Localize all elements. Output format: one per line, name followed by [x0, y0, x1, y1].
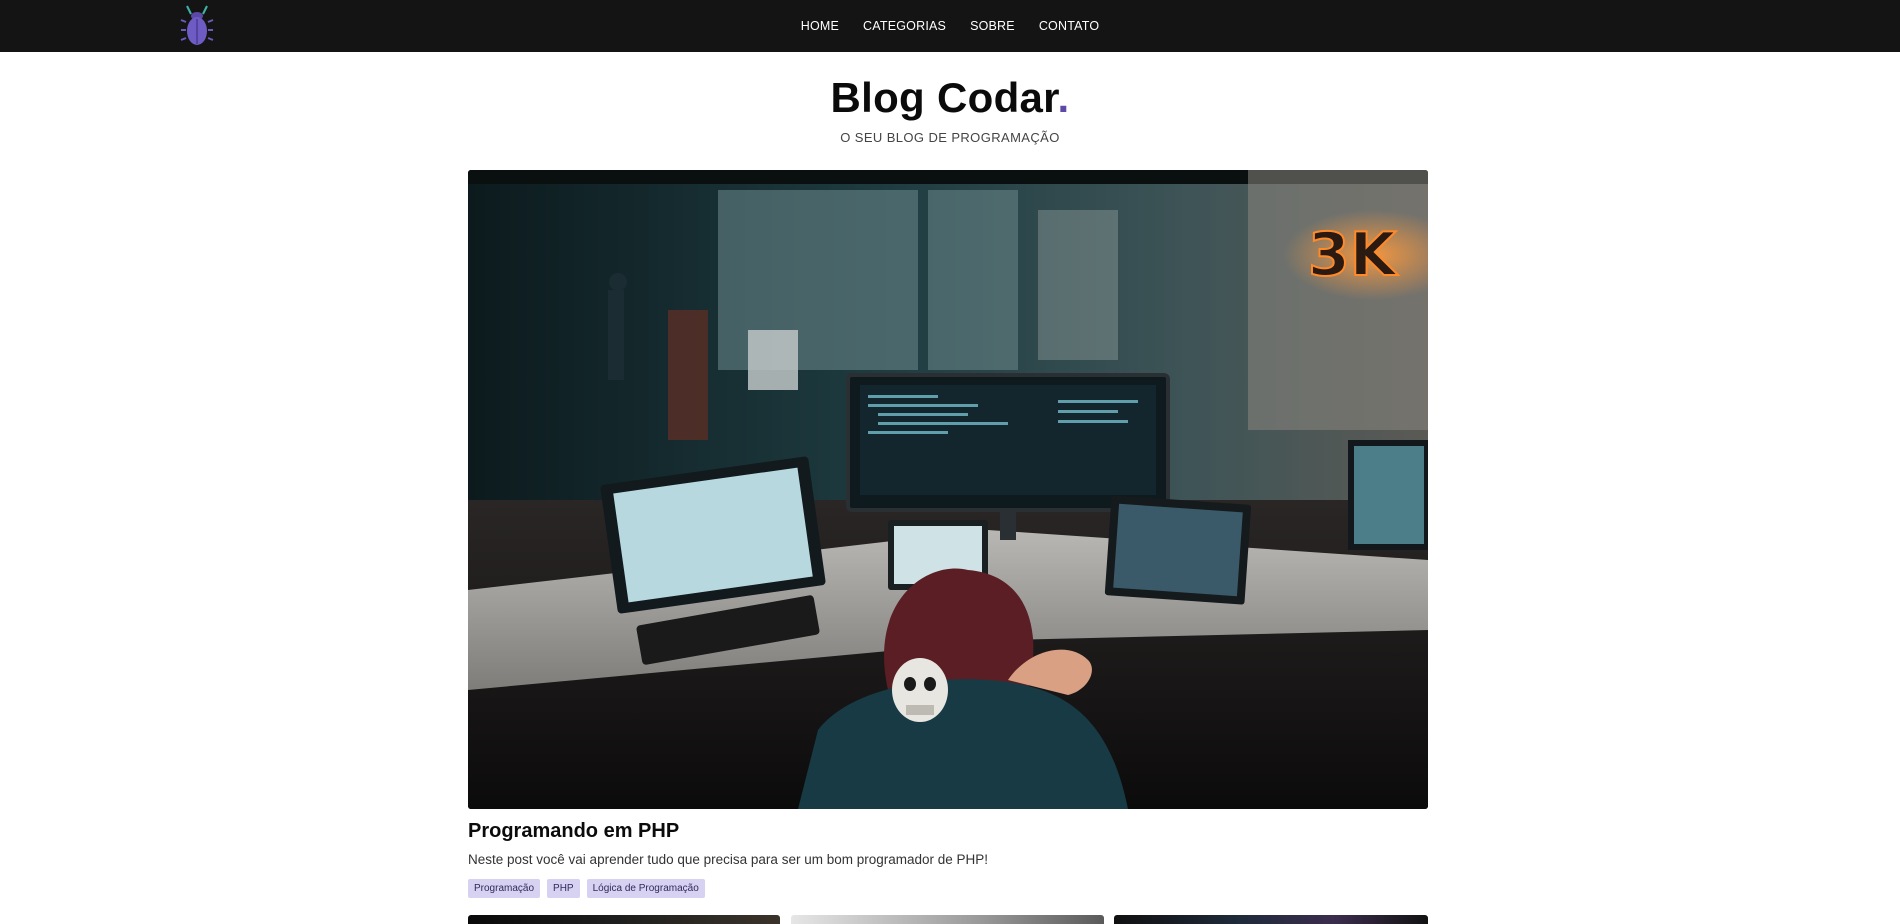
tag-php[interactable]: PHP	[547, 879, 580, 898]
tag-programacao[interactable]: Programação	[468, 879, 541, 898]
nav-contato[interactable]: CONTATO	[1039, 19, 1099, 33]
hero-photo: 3K	[468, 170, 1428, 809]
nav-categorias[interactable]: CATEGORIAS	[863, 19, 946, 33]
svg-text:3K: 3K	[1308, 220, 1399, 290]
post-card-image[interactable]	[791, 915, 1104, 924]
site-title-dot: .	[1057, 74, 1070, 121]
post-title[interactable]: Programando em PHP	[468, 820, 679, 843]
site-subtitle: O SEU BLOG DE PROGRAMAÇÃO	[840, 130, 1060, 145]
brand-heading: Blog Codar.	[0, 74, 1900, 122]
post-card-image[interactable]	[1114, 915, 1428, 924]
post-description: Neste post você vai aprender tudo que pr…	[468, 852, 989, 867]
site-title: Blog Codar	[830, 74, 1058, 121]
nav-sobre[interactable]: SOBRE	[970, 19, 1015, 33]
nav-home[interactable]: HOME	[801, 19, 839, 33]
tag-logica-de-programacao[interactable]: Lógica de Programação	[586, 879, 705, 898]
featured-post-image[interactable]: 3K	[468, 170, 1428, 809]
main-nav: HOME CATEGORIAS SOBRE CONTATO	[0, 0, 1900, 52]
top-navbar: HOME CATEGORIAS SOBRE CONTATO	[0, 0, 1900, 52]
post-tags: Programação PHP Lógica de Programação	[468, 879, 705, 898]
post-card-image[interactable]	[468, 915, 780, 924]
